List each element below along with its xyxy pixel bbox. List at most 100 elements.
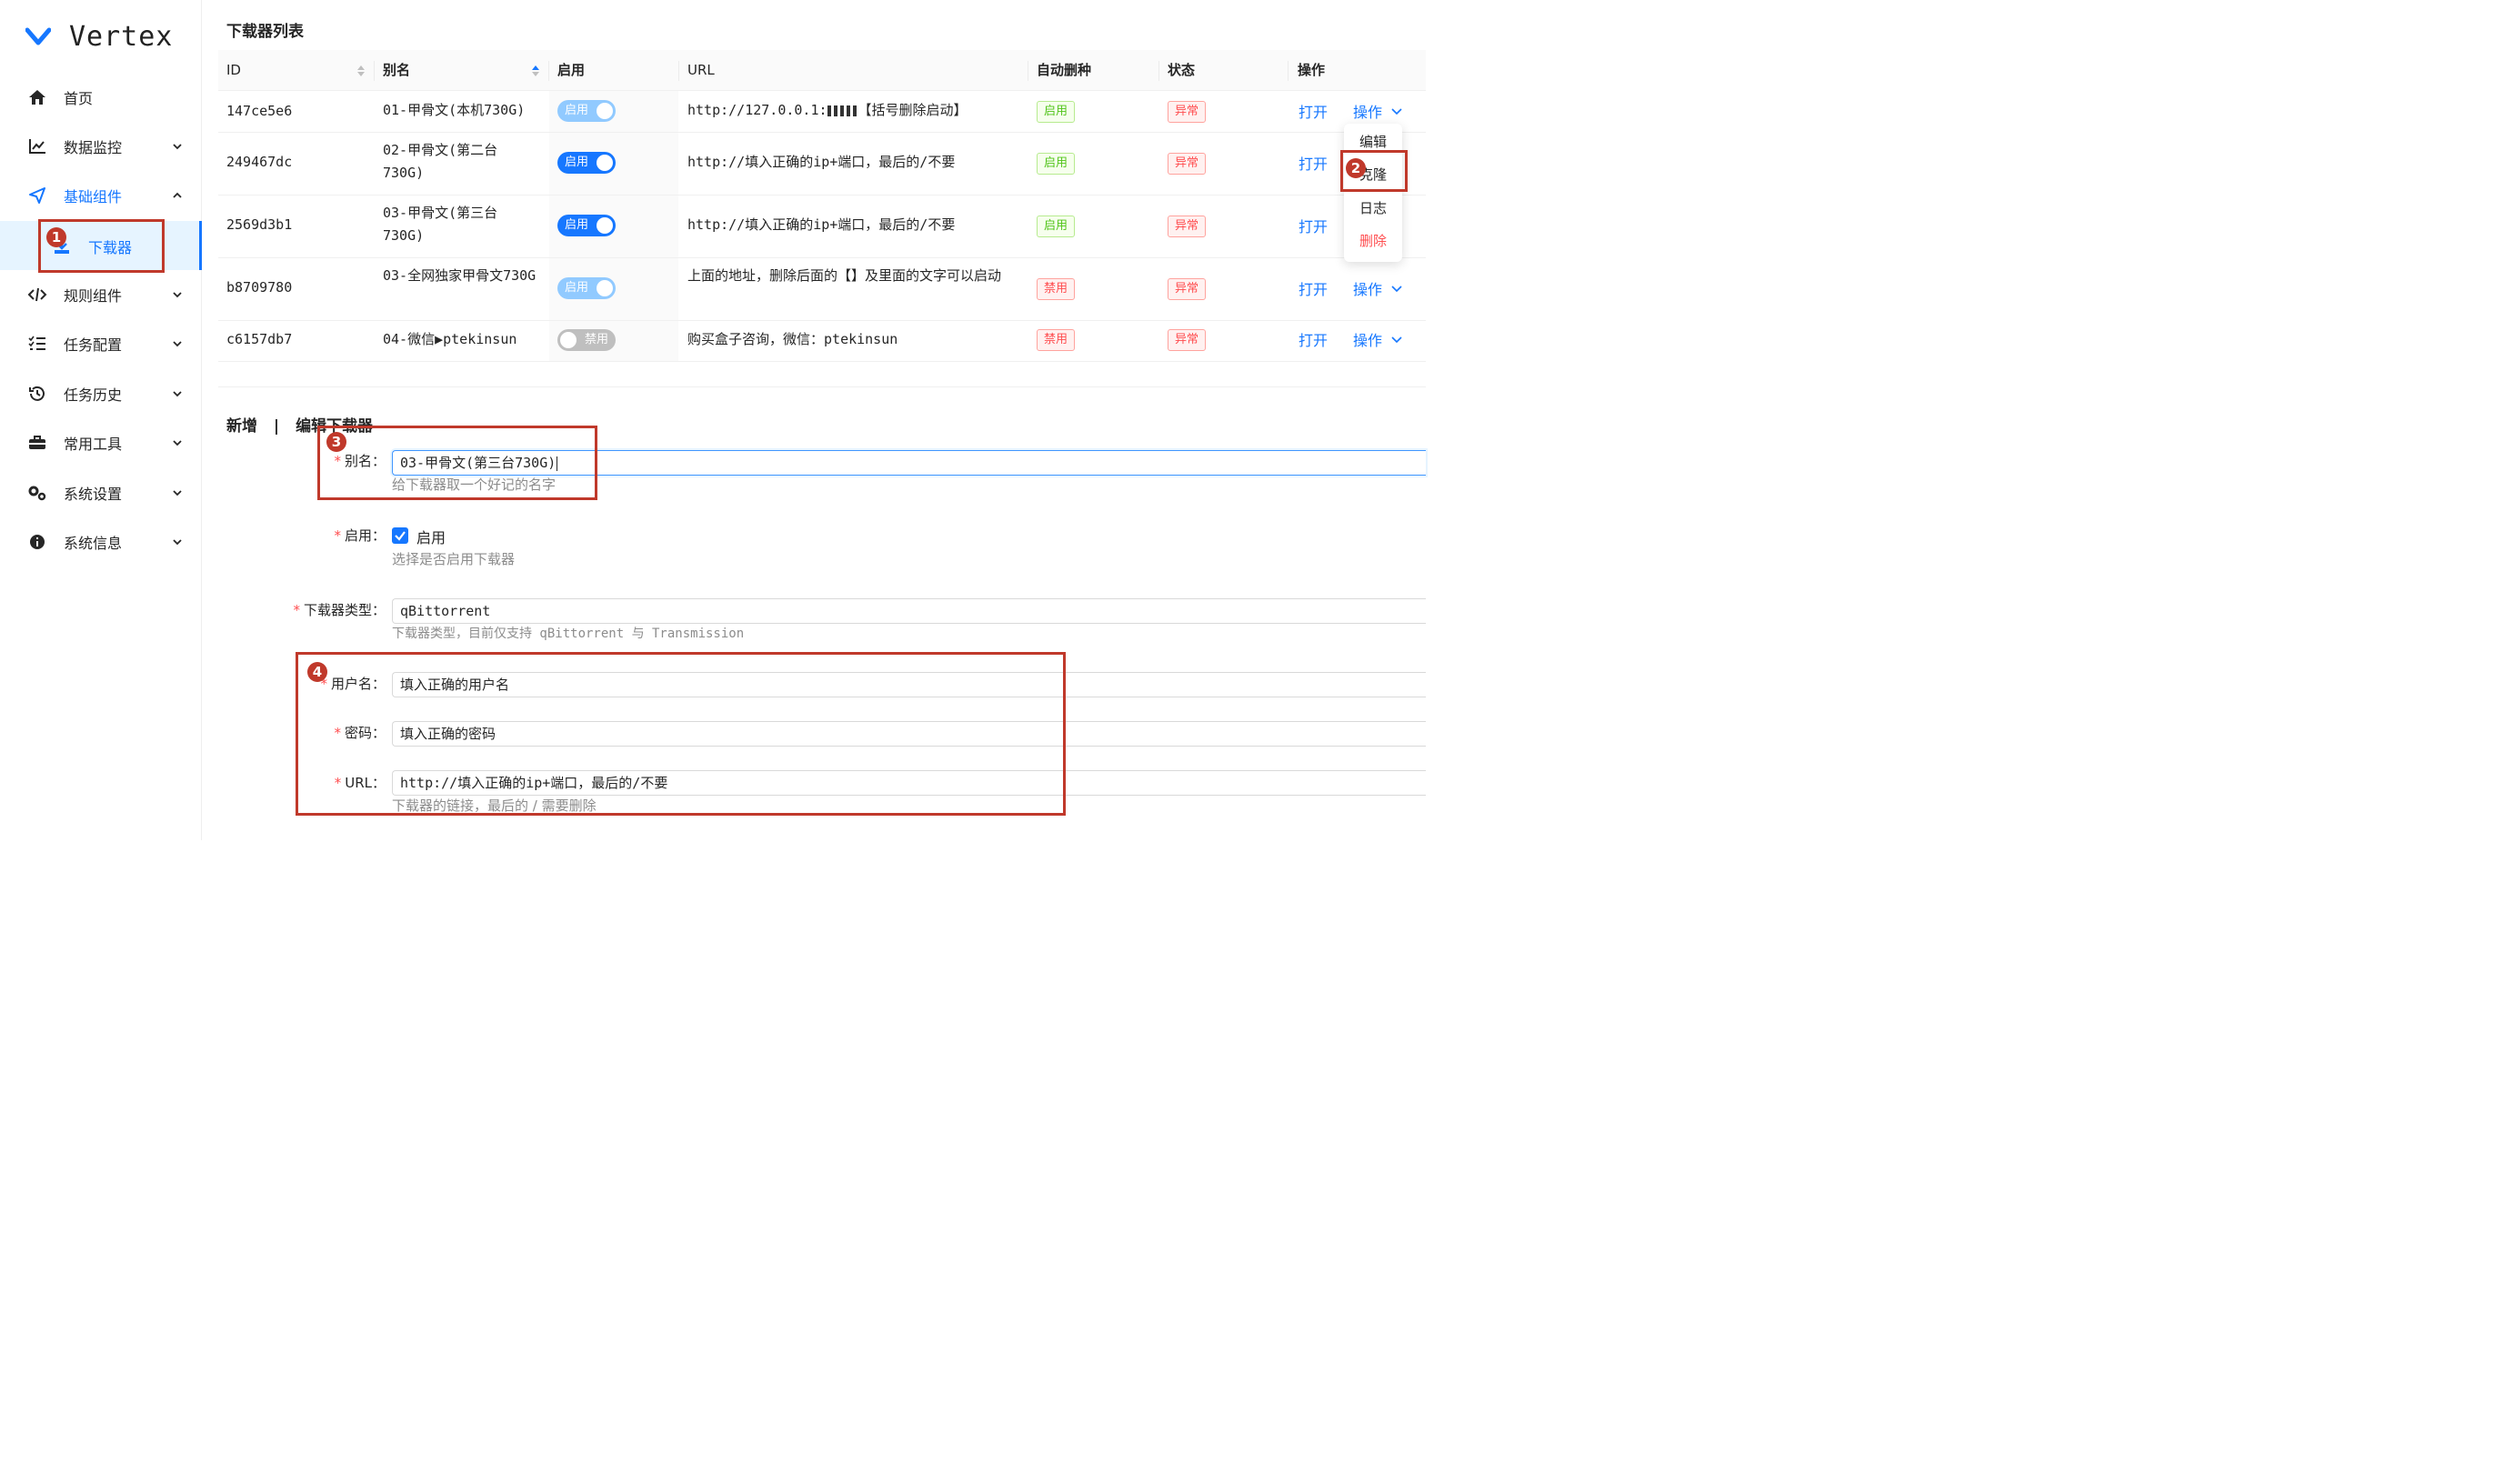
sort-icon[interactable] [356, 65, 366, 77]
app-name: Vertex [69, 20, 174, 53]
form-title-separator: | [273, 417, 280, 436]
downloader-type-select[interactable]: qBittorrent [392, 598, 1426, 624]
sidebar-item-data-monitor[interactable]: 数据监控 [0, 122, 201, 171]
ops-dropdown-trigger[interactable]: 操作 [1353, 100, 1382, 122]
enable-label-text: 启用： [344, 527, 386, 544]
ops-dropdown-menu: 编辑 克隆 日志 删除 [1344, 124, 1402, 262]
app-logo[interactable]: Vertex [25, 18, 173, 55]
required-mark: * [293, 602, 300, 618]
sidebar-item-home[interactable]: 首页 [0, 73, 201, 122]
chevron-up-icon [173, 192, 182, 198]
chevron-down-icon[interactable] [1390, 282, 1403, 295]
column-divider [1158, 61, 1159, 81]
sidebar-item-label: 任务历史 [64, 386, 123, 404]
row-id: c6157db7 [226, 331, 293, 347]
row-id: 2569d3b1 [226, 216, 293, 233]
sidebar-item-tools[interactable]: 常用工具 [0, 418, 201, 467]
table-row: 147ce5e6 01-甲骨文(本机730G) 启用 http://127.0.… [218, 91, 1426, 133]
row-url: 上面的地址，删除后面的【】及里面的文字可以启动 [687, 267, 1002, 284]
chevron-down-icon[interactable] [1390, 105, 1403, 117]
send-icon [27, 186, 47, 206]
sidebar-item-basic-components[interactable]: 基础组件 [0, 171, 201, 220]
sidebar-item-task-history[interactable]: 任务历史 [0, 369, 201, 418]
enable-switch[interactable]: 启用 [557, 152, 616, 174]
toolbox-icon [27, 433, 47, 453]
enable-checkbox-label[interactable]: 启用 [416, 526, 446, 547]
sidebar-item-label: 系统设置 [64, 486, 123, 503]
chart-line-icon [27, 136, 47, 156]
column-divider [548, 61, 549, 81]
table-header: ID 别名 启用 URL 自动删种 状态 操作 [218, 50, 1426, 91]
enable-switch[interactable]: 禁用 [557, 329, 616, 351]
enable-switch[interactable]: 启用 [557, 215, 616, 236]
code-icon [27, 285, 47, 305]
sidebar: Vertex 首页 数据监控 基础组件 下载器 规则组件 任务配置 任务历史 常… [0, 0, 202, 840]
sidebar-item-system-settings[interactable]: 系统设置 [0, 468, 201, 517]
switch-text: 启用 [565, 155, 589, 169]
sort-icon[interactable] [531, 65, 540, 77]
row-url: 购买盒子咨询，微信：ptekinsun [687, 331, 898, 347]
status-tag: 异常 [1168, 216, 1207, 237]
row-alias: 01-甲骨文(本机730G) [383, 102, 526, 118]
chevron-down-icon [173, 440, 182, 446]
chevron-down-icon [173, 292, 182, 298]
table-row: 249467dc 02-甲骨文(第二台730G) 启用 http://填入正确的… [218, 133, 1426, 196]
switch-text: 禁用 [584, 333, 608, 346]
switch-text: 启用 [565, 104, 589, 117]
switch-knob [597, 217, 613, 234]
page-title: 下载器列表 [226, 23, 304, 41]
column-header-ops: 操作 [1298, 62, 1326, 78]
column-divider [678, 61, 679, 81]
check-icon [395, 531, 406, 541]
auto-delete-tag: 禁用 [1037, 329, 1076, 351]
menu-item-edit[interactable]: 编辑 [1344, 132, 1402, 151]
type-label: * 下载器类型： [273, 600, 386, 619]
open-link[interactable]: 打开 [1299, 215, 1328, 236]
row-url: http://127.0.0.1: 【括号删除启动】 [687, 99, 968, 122]
section-divider [218, 386, 1426, 387]
open-link[interactable]: 打开 [1299, 152, 1328, 174]
chevron-down-icon [173, 490, 182, 496]
ops-dropdown-trigger[interactable]: 操作 [1353, 328, 1382, 350]
sidebar-item-label: 基础组件 [64, 188, 123, 206]
chevron-down-icon[interactable] [1390, 333, 1403, 346]
open-link[interactable]: 打开 [1299, 328, 1328, 350]
ops-dropdown-trigger[interactable]: 操作 [1353, 277, 1382, 299]
vertex-logo-icon [25, 27, 51, 45]
enable-checkbox[interactable] [392, 527, 408, 544]
chevron-down-icon [173, 144, 182, 150]
table-row: 2569d3b1 03-甲骨文(第三台730G) 启用 http://填入正确的… [218, 196, 1426, 258]
column-header-enable: 启用 [557, 62, 586, 78]
row-alias: 03-甲骨文(第三台730G) [383, 205, 498, 244]
sidebar-item-task-config[interactable]: 任务配置 [0, 319, 201, 368]
history-icon [27, 384, 47, 404]
status-tag: 异常 [1168, 278, 1207, 300]
column-header-id[interactable]: ID [226, 50, 241, 91]
menu-item-log[interactable]: 日志 [1344, 198, 1402, 217]
enable-label: * 启用： [273, 526, 386, 545]
annotation-box-3 [317, 426, 597, 500]
column-divider [1288, 61, 1289, 81]
open-link[interactable]: 打开 [1299, 100, 1328, 122]
open-link[interactable]: 打开 [1299, 277, 1328, 299]
type-label-text: 下载器类型： [303, 602, 386, 618]
menu-item-delete[interactable]: 删除 [1344, 231, 1402, 250]
sidebar-item-label: 规则组件 [64, 287, 123, 305]
status-tag: 异常 [1168, 329, 1207, 351]
enable-help: 选择是否启用下载器 [392, 551, 516, 567]
switch-knob [597, 103, 613, 119]
sidebar-item-rule-components[interactable]: 规则组件 [0, 270, 201, 319]
chevron-down-icon [173, 341, 182, 347]
switch-text: 启用 [565, 218, 589, 232]
annotation-badge-4: 4 [307, 662, 327, 682]
column-header-alias[interactable]: 别名 [383, 50, 410, 91]
enable-switch[interactable]: 启用 [557, 100, 616, 122]
annotation-badge-2: 2 [1346, 158, 1366, 178]
sidebar-item-label: 首页 [64, 90, 94, 107]
redacted-port-mark [827, 105, 858, 116]
chevron-down-icon [173, 539, 182, 546]
sidebar-item-system-info[interactable]: 系统信息 [0, 517, 201, 567]
row-url: http://填入正确的ip+端口，最后的/不要 [687, 154, 956, 170]
enable-switch[interactable]: 启用 [557, 277, 616, 299]
sidebar-item-label: 系统信息 [64, 535, 123, 552]
